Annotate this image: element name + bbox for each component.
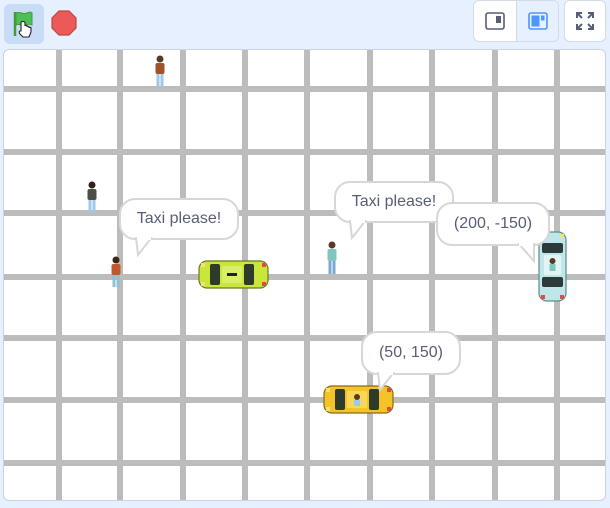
road-horizontal [4,149,605,155]
normal-stage-button[interactable] [516,1,558,41]
stage-canvas[interactable]: Taxi please! Taxi please! (200, -150) (5… [3,49,606,501]
speech-bubble: Taxi please! [119,198,239,240]
taxi-sprite-green[interactable] [198,259,269,290]
speech-bubble: (200, -150) [436,202,550,246]
stop-sign-icon [51,10,77,36]
stop-button[interactable] [46,4,82,42]
road-horizontal [4,460,605,466]
fullscreen-button[interactable] [564,0,606,42]
person-sprite[interactable] [325,241,339,275]
normal-stage-icon [527,12,548,30]
speech-bubble-tail [135,237,153,258]
stage-toolbar [0,0,610,46]
speech-bubble-text: (50, 150) [378,344,444,361]
small-stage-icon [485,12,505,30]
small-stage-button[interactable] [474,1,516,41]
road-horizontal [4,274,605,280]
road-horizontal [4,397,605,403]
stage-size-toggle [473,0,559,42]
person-sprite[interactable] [85,181,99,213]
speech-bubble-text: (200, -150) [453,215,533,232]
road-horizontal [4,86,605,92]
green-flag-icon [13,11,33,38]
person-sprite[interactable] [109,256,123,288]
green-flag-button[interactable] [4,4,44,44]
speech-bubble-text: Taxi please! [136,210,222,227]
speech-bubble: (50, 150) [361,331,461,375]
speech-bubble-tail [349,220,367,241]
road-horizontal [4,335,605,341]
speech-bubble-text: Taxi please! [351,193,437,210]
speech-bubble-tail [517,243,535,264]
speech-bubble-tail [377,372,395,393]
fullscreen-icon [576,12,594,30]
person-sprite[interactable] [153,55,167,87]
